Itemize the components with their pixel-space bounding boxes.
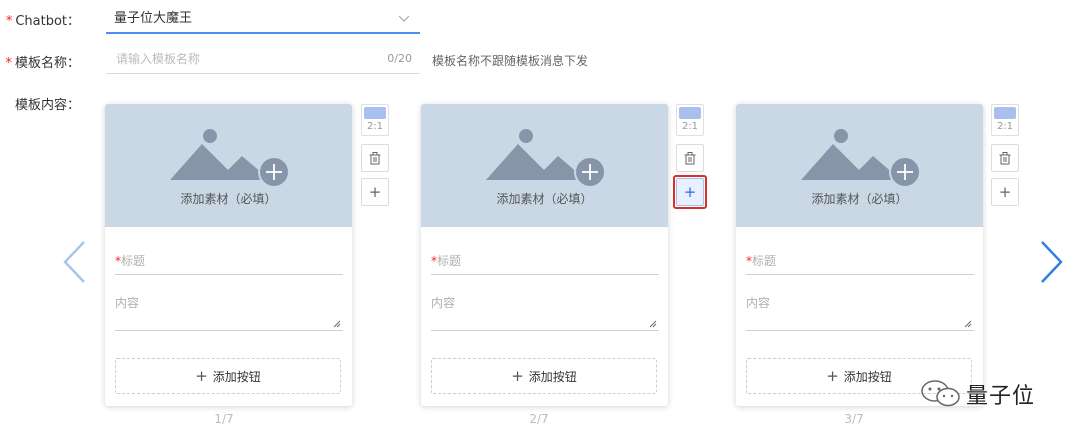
plus-icon: + <box>511 367 524 385</box>
chevron-right-icon <box>1040 241 1064 288</box>
ratio-selector[interactable]: 2:1 <box>676 104 704 136</box>
prev-arrow[interactable] <box>62 240 86 288</box>
ratio-swatch <box>679 107 701 119</box>
add-button-label: 添加按钮 <box>843 370 892 384</box>
chevron-left-icon <box>62 241 86 288</box>
title-placeholder: 标题 <box>752 254 777 268</box>
chevron-down-icon <box>398 4 410 45</box>
content-placeholder: 内容 <box>746 296 771 310</box>
content-field[interactable]: 内容 <box>115 294 343 331</box>
content-placeholder: 内容 <box>431 296 456 310</box>
title-field[interactable]: *标题 <box>115 252 343 275</box>
plus-icon: + <box>998 183 1012 201</box>
add-button-label: 添加按钮 <box>528 370 577 384</box>
template-name-field[interactable]: 0/20 <box>106 44 420 74</box>
ratio-swatch <box>364 107 386 119</box>
title-field[interactable]: *标题 <box>746 252 974 275</box>
template-name-hint: 模板名称不跟随模板消息下发 <box>432 54 589 68</box>
template-card: 添加素材（必填） *标题 内容 + 添加按钮 <box>736 104 983 406</box>
ratio-label: 2:1 <box>366 121 384 132</box>
wechat-logo-icon <box>921 380 960 407</box>
page-indicator: 1/7 <box>214 412 234 426</box>
watermark-text: 量子位 <box>966 384 1036 409</box>
next-arrow[interactable] <box>1040 240 1064 288</box>
delete-card-button[interactable] <box>991 144 1019 172</box>
add-button[interactable]: + 添加按钮 <box>431 358 657 394</box>
template-content-label: 模板内容： <box>14 98 80 113</box>
content-field[interactable]: 内容 <box>431 294 659 331</box>
add-media-label: 添加素材（必填） <box>180 192 277 206</box>
plus-icon: + <box>368 183 382 201</box>
delete-card-button[interactable] <box>361 144 389 172</box>
resize-handle-icon[interactable] <box>333 320 341 328</box>
chatbot-select[interactable]: 量子位大魔王 <box>106 4 420 34</box>
ratio-label: 2:1 <box>681 121 699 132</box>
add-card-button[interactable]: + <box>991 178 1019 206</box>
add-button-label: 添加按钮 <box>212 370 261 384</box>
resize-handle-icon[interactable] <box>964 320 972 328</box>
page-indicator: 2/7 <box>529 412 549 426</box>
template-card: 添加素材（必填） *标题 内容 + 添加按钮 <box>421 104 668 406</box>
delete-card-button[interactable] <box>676 144 704 172</box>
add-card-button[interactable]: + <box>361 178 389 206</box>
plus-icon: + <box>826 367 839 385</box>
char-count: 0/20 <box>387 52 412 65</box>
image-placeholder-icon <box>801 129 921 188</box>
template-card: 添加素材（必填） *标题 内容 + 添加按钮 <box>105 104 352 406</box>
add-media-area[interactable]: 添加素材（必填） <box>736 104 983 227</box>
add-media-area[interactable]: 添加素材（必填） <box>421 104 668 227</box>
page-indicator: 3/7 <box>844 412 864 426</box>
ratio-selector[interactable]: 2:1 <box>991 104 1019 136</box>
content-field[interactable]: 内容 <box>746 294 974 331</box>
title-placeholder: 标题 <box>121 254 146 268</box>
trash-icon <box>369 149 381 167</box>
image-placeholder-icon <box>170 129 290 188</box>
ratio-swatch <box>994 107 1016 119</box>
add-media-area[interactable]: 添加素材（必填） <box>105 104 352 227</box>
title-field[interactable]: *标题 <box>431 252 659 275</box>
chatbot-label: * Chatbot： <box>5 14 80 29</box>
template-name-input[interactable] <box>114 51 358 67</box>
add-button[interactable]: + 添加按钮 <box>115 358 341 394</box>
template-name-label: * 模板名称： <box>5 56 80 71</box>
trash-icon <box>684 149 696 167</box>
add-media-label: 添加素材（必填） <box>496 192 593 206</box>
content-placeholder: 内容 <box>115 296 140 310</box>
image-placeholder-icon <box>486 129 606 188</box>
ratio-selector[interactable]: 2:1 <box>361 104 389 136</box>
ratio-label: 2:1 <box>996 121 1014 132</box>
highlight-box <box>673 175 707 209</box>
title-placeholder: 标题 <box>437 254 462 268</box>
add-media-label: 添加素材（必填） <box>811 192 908 206</box>
trash-icon <box>999 149 1011 167</box>
plus-icon: + <box>195 367 208 385</box>
resize-handle-icon[interactable] <box>649 320 657 328</box>
chatbot-select-value: 量子位大魔王 <box>114 11 193 26</box>
